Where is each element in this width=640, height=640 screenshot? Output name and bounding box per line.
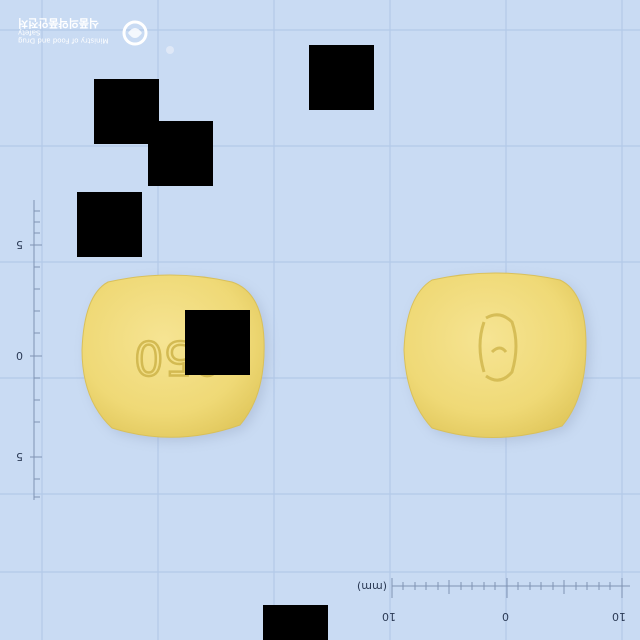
pill-photo: 0 5 0 Ministry of Food and Drug Safety 식품의… — [0, 0, 640, 640]
pill-right — [403, 272, 590, 442]
logo-text: Ministry of Food and Drug Safety 식품의약품안전… — [18, 16, 118, 45]
bottom-ruler — [391, 578, 630, 598]
logo-korean: 식품의약품안전처 — [18, 16, 99, 30]
ruler-unit-label: (mm) — [357, 580, 388, 593]
redaction-box — [77, 192, 142, 257]
logo-emblem-icon — [122, 20, 148, 46]
bottom-tick-left: 10 — [382, 610, 396, 623]
logo-english: Ministry of Food and Drug Safety — [18, 28, 109, 45]
left-ruler — [30, 200, 42, 500]
left-tick-middle: 0 — [16, 349, 23, 362]
left-tick-bottom: 5 — [16, 450, 23, 463]
redaction-box — [263, 605, 328, 640]
bottom-tick-center: 0 — [502, 610, 509, 623]
redaction-box — [148, 121, 213, 186]
bottom-tick-right: 10 — [612, 610, 626, 623]
ministry-logo: Ministry of Food and Drug Safety 식품의약품안전… — [18, 14, 148, 56]
left-tick-top: 5 — [16, 238, 23, 251]
redaction-box — [309, 45, 374, 110]
redaction-box — [185, 310, 250, 375]
camera-spot — [166, 46, 174, 54]
